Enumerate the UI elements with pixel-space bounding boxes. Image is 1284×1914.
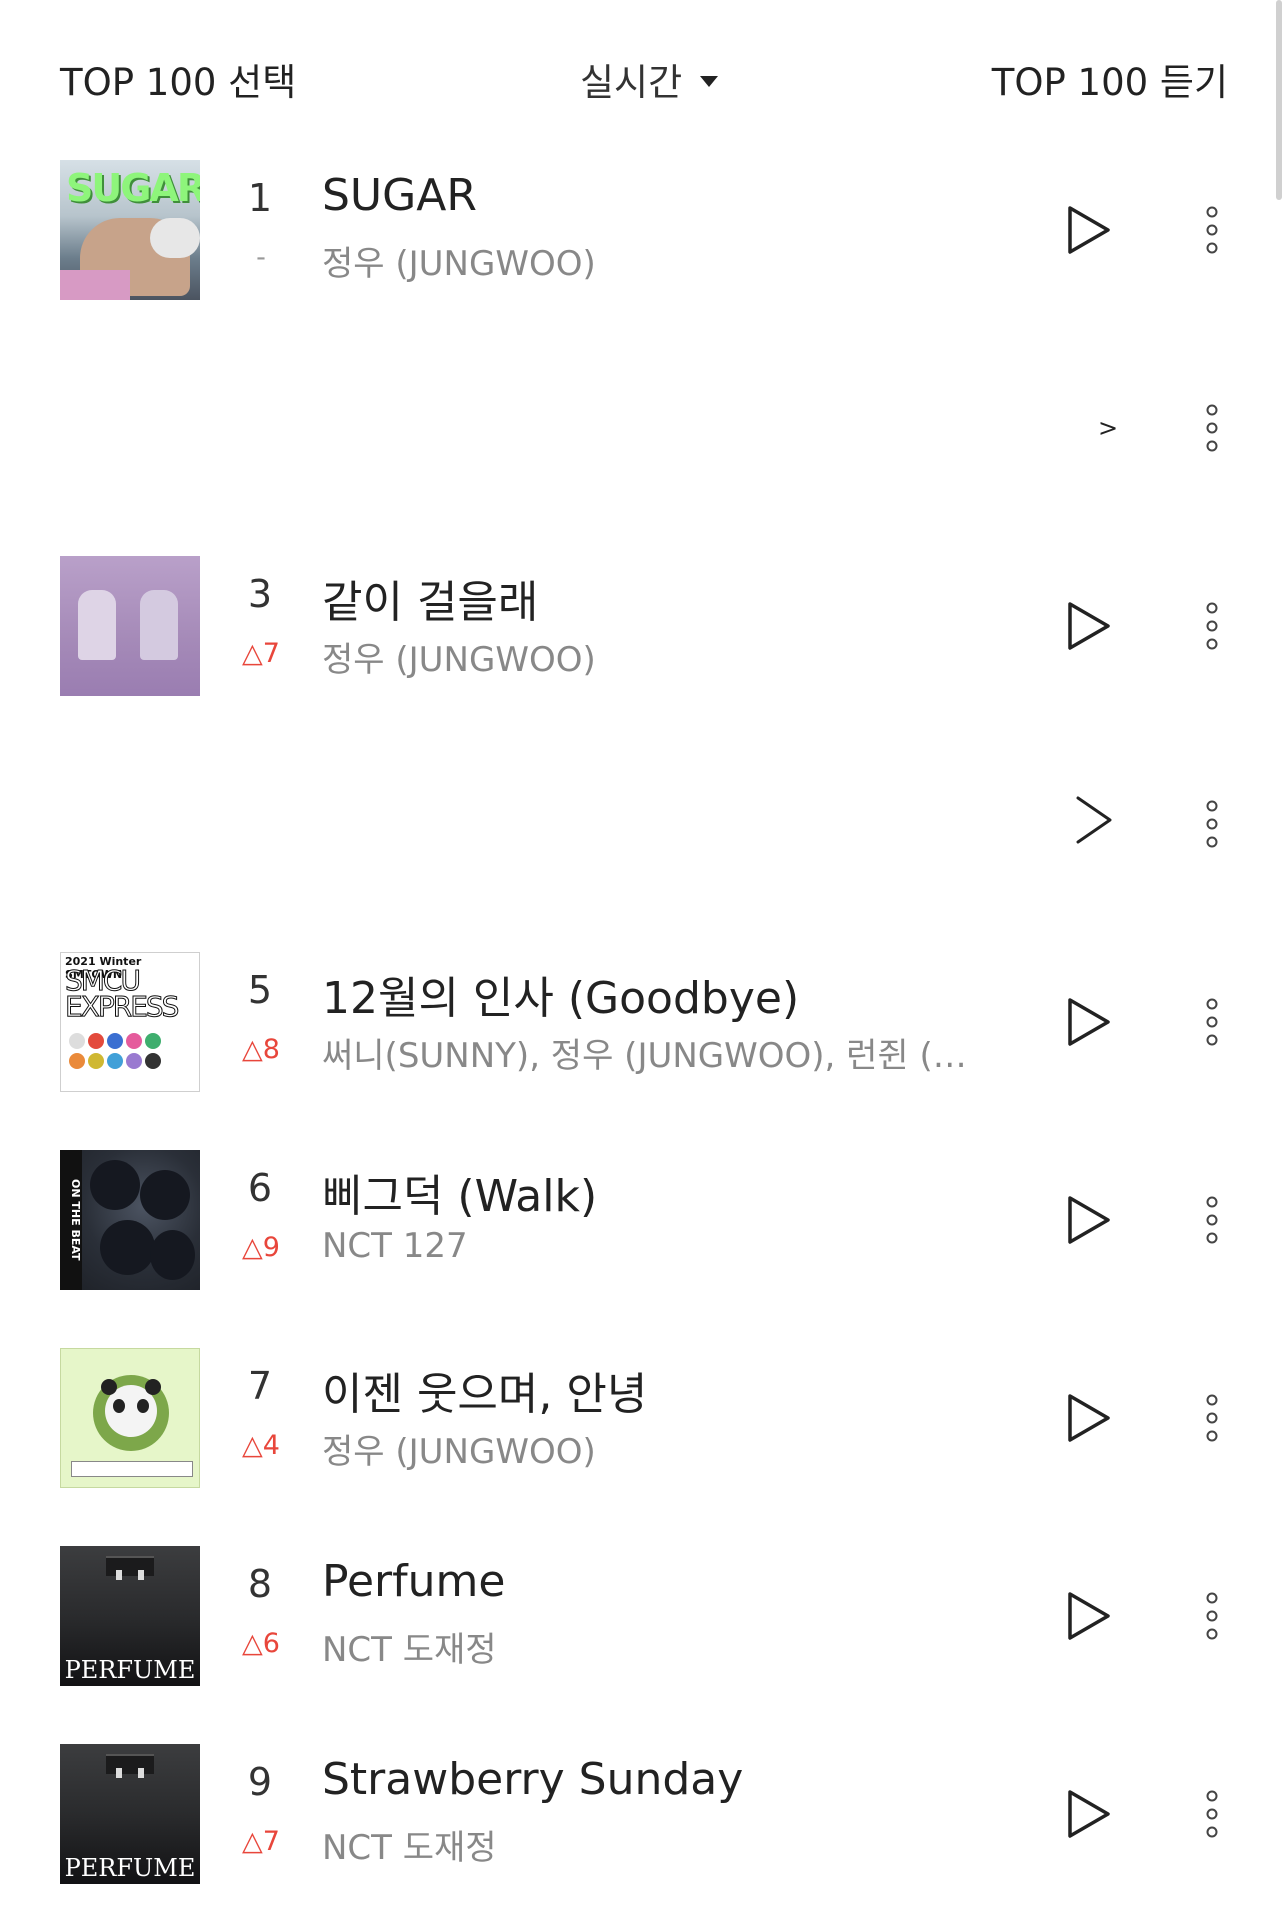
rank-number: 6	[247, 1166, 273, 1210]
rank-number: 7	[247, 1364, 273, 1408]
track-row[interactable]: 7 △4 이젠 웃으며, 안녕 정우 (JUNGWOO)	[0, 1338, 1284, 1536]
track-artist[interactable]: NCT 도재정	[322, 1622, 497, 1671]
cover-panda-eye	[137, 1399, 149, 1413]
more-vertical-icon[interactable]	[1200, 200, 1224, 260]
play-icon[interactable]	[1062, 994, 1114, 1050]
more-vertical-icon[interactable]	[1200, 398, 1224, 458]
album-art[interactable]: PERFUME	[60, 1546, 200, 1686]
track-row[interactable]: 2021 Winter SMTOWN SMCU EXPRESS 5 △8 12월…	[0, 942, 1284, 1140]
track-title: SUGAR	[322, 170, 477, 221]
caret-down-icon	[700, 75, 719, 87]
track-title: 12월의 인사 (Goodbye)	[322, 973, 800, 1024]
cover-panda-ear	[101, 1379, 117, 1395]
cover-title: EXPRESS	[64, 990, 179, 1023]
play-icon[interactable]	[1062, 1390, 1114, 1446]
track-title: 같이 걸을래	[322, 577, 539, 628]
chart-page: TOP 100 선택 실시간 TOP 100 듣기 SUGAR 1 - SUGA…	[0, 0, 1284, 1914]
track-row[interactable]: PERFUME 8 △6 Perfume NCT 도재정	[0, 1536, 1284, 1734]
cover-hair	[150, 218, 200, 258]
cover-title: ON THE BEAT	[60, 1150, 82, 1290]
play-icon[interactable]	[1062, 1192, 1114, 1248]
rank-change: △7	[242, 638, 280, 669]
top100-listen-button[interactable]: TOP 100 듣기	[992, 52, 1228, 106]
more-vertical-icon[interactable]	[1200, 794, 1224, 854]
track-artist[interactable]: 써니(SUNNY), 정우 (JUNGWOO), 런쥔 (…	[322, 1028, 967, 1077]
rank-change: -	[256, 242, 266, 273]
rank-number: 8	[247, 1562, 273, 1606]
cover-dots	[69, 1033, 161, 1049]
chevron-right-icon[interactable]	[1070, 790, 1118, 850]
cover-label-bar	[71, 1461, 193, 1477]
chart-header: TOP 100 선택 실시간 TOP 100 듣기	[0, 0, 1284, 150]
track-artist[interactable]: NCT 127	[322, 1226, 468, 1266]
more-vertical-icon[interactable]	[1200, 1784, 1224, 1844]
rank-number: 3	[247, 572, 273, 616]
track-artist[interactable]: NCT 도재정	[322, 1820, 497, 1869]
album-art[interactable]: PERFUME	[60, 1744, 200, 1884]
cover-figure	[150, 1230, 195, 1280]
track-row[interactable]: >	[0, 348, 1284, 546]
cover-bottle-cap	[106, 1556, 154, 1576]
track-row[interactable]: SUGAR 1 - SUGAR 정우 (JUNGWOO)	[0, 150, 1284, 348]
cover-panda-eye	[113, 1399, 125, 1413]
cover-title: PERFUME	[64, 1656, 196, 1684]
more-vertical-icon[interactable]	[1200, 992, 1224, 1052]
play-icon[interactable]	[1062, 598, 1114, 654]
cover-panda-ear	[145, 1379, 161, 1395]
album-art[interactable]	[60, 556, 200, 696]
track-title: 삐그덕 (Walk)	[322, 1171, 598, 1222]
cover-title: PERFUME	[64, 1854, 196, 1882]
play-icon[interactable]: >	[1098, 414, 1118, 442]
cover-sleeve	[60, 270, 130, 300]
rank-change: △7	[242, 1826, 280, 1857]
track-artist[interactable]: 정우 (JUNGWOO)	[322, 1424, 596, 1473]
cover-figure	[90, 1160, 140, 1210]
album-art[interactable]: ON THE BEAT	[60, 1150, 200, 1290]
track-row[interactable]	[0, 744, 1284, 942]
rank-number: 5	[247, 968, 273, 1012]
cover-bottle-neck	[116, 1570, 122, 1580]
more-vertical-icon[interactable]	[1200, 596, 1224, 656]
track-artist[interactable]: 정우 (JUNGWOO)	[322, 632, 596, 681]
cover-bottle-cap	[106, 1754, 154, 1774]
cover-bottle-neck	[138, 1768, 144, 1778]
track-row[interactable]: ON THE BEAT 6 △9 삐그덕 (Walk) NCT 127	[0, 1140, 1284, 1338]
album-art[interactable]: 2021 Winter SMTOWN SMCU EXPRESS	[60, 952, 200, 1092]
album-art[interactable]	[60, 1348, 200, 1488]
track-row[interactable]: 3 △7 같이 걸을래 정우 (JUNGWOO)	[0, 546, 1284, 744]
chart-mode-dropdown[interactable]: 실시간	[580, 52, 719, 106]
chart-mode-label: 실시간	[580, 61, 683, 104]
more-vertical-icon[interactable]	[1200, 1190, 1224, 1250]
more-vertical-icon[interactable]	[1200, 1586, 1224, 1646]
track-artist[interactable]: 정우 (JUNGWOO)	[322, 236, 596, 285]
track-title: Strawberry Sunday	[322, 1754, 744, 1805]
rank-change: △4	[242, 1430, 280, 1461]
rank-number: 1	[247, 176, 273, 220]
play-icon[interactable]	[1062, 202, 1114, 258]
cover-dots	[69, 1053, 161, 1069]
track-title: Perfume	[322, 1556, 506, 1607]
track-title: 이젠 웃으며, 안녕	[322, 1369, 648, 1420]
cover-figure	[140, 590, 178, 660]
top100-select-button[interactable]: TOP 100 선택	[60, 52, 296, 106]
rank-change: △8	[242, 1034, 280, 1065]
more-vertical-icon[interactable]	[1200, 1388, 1224, 1448]
cover-figure	[140, 1170, 190, 1220]
play-icon[interactable]	[1062, 1786, 1114, 1842]
cover-title: SUGAR	[66, 166, 200, 210]
cover-bottle-neck	[138, 1570, 144, 1580]
rank-change: △9	[242, 1232, 280, 1263]
cover-figure	[78, 590, 116, 660]
track-list: SUGAR 1 - SUGAR 정우 (JUNGWOO) > 3 △7 같이 걸…	[0, 150, 1284, 1914]
cover-bottle-neck	[116, 1768, 122, 1778]
rank-number: 9	[247, 1760, 273, 1804]
rank-change: △6	[242, 1628, 280, 1659]
album-art[interactable]: SUGAR	[60, 160, 200, 300]
cover-figure	[100, 1220, 155, 1275]
play-icon[interactable]	[1062, 1588, 1114, 1644]
track-row[interactable]: PERFUME 9 △7 Strawberry Sunday NCT 도재정	[0, 1734, 1284, 1914]
